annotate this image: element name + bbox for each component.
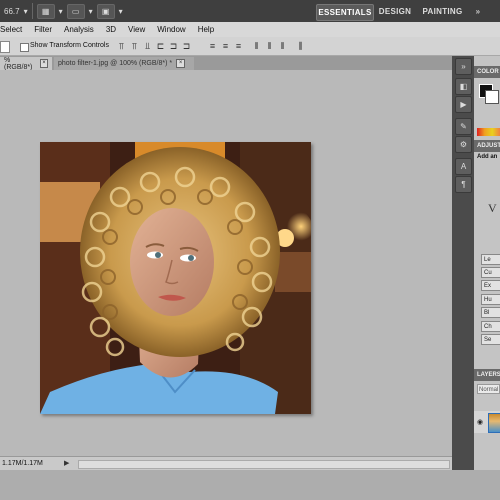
close-icon[interactable]: × [176,59,186,68]
menu-filter[interactable]: Filter [28,25,58,34]
application-bar: 66.7 ▾ ▦ ▾ ▭ ▾ ▣ ▾ ESSENTIALS DESIGN PAI… [0,0,500,22]
paragraph-icon[interactable]: ¶ [455,176,472,193]
auto-align-icon[interactable]: ⫼ [296,41,305,51]
document-size: 1.17M/1.17M [2,460,43,467]
distribute-bottom-icon[interactable]: ≡ [234,41,243,51]
align-vcenter-icon[interactable]: ⫪ [130,41,139,51]
workspace-essentials[interactable]: ESSENTIALS [316,4,374,21]
blend-mode-select[interactable]: Normal [477,384,500,394]
adjustments-panel-title[interactable]: ADJUST [474,140,500,152]
distribute-vcenter-icon[interactable]: ≡ [221,41,230,51]
adjustments-subtitle: Add an [477,154,498,160]
menu-3d[interactable]: 3D [100,25,122,34]
arrange-documents-icon[interactable]: ▭ [66,3,85,19]
view-extras-icon[interactable]: ▦ [36,3,55,19]
distribute-left-icon[interactable]: ⫴ [252,41,261,51]
desktop-background [0,470,500,500]
menu-analysis[interactable]: Analysis [58,25,100,34]
screen-mode-icon[interactable]: ▣ [96,3,115,19]
workspace-more-icon[interactable]: » [470,4,486,19]
adjustment-preset-item[interactable]: Ch [481,321,500,332]
brushes-icon[interactable]: ✎ [455,118,472,135]
adjustment-preset-item[interactable]: Se [481,334,500,345]
options-bar: Show Transform Controls ⫪ ⫪ ⫫ ⊏ ⊐ ⊐ ≡ ≡ … [0,37,500,56]
distribute-right-icon[interactable]: ⫴ [278,41,287,51]
auto-select-dropdown[interactable] [0,41,10,53]
tab-label: photo filter-1.jpg @ 100% (RGB/8*) * [58,60,173,67]
zoom-control[interactable]: 66.7 ▾ ▦ ▾ ▭ ▾ ▣ ▾ [4,3,123,19]
layer-thumbnail[interactable] [488,413,500,433]
tab-label: % (RGB/8*) [4,56,33,71]
menu-help[interactable]: Help [192,25,220,34]
align-hcenter-icon[interactable]: ⊐ [169,41,178,51]
adjustment-preset-item[interactable]: Bl [481,307,500,318]
zoom-value[interactable]: 66.7 [4,7,20,16]
document-tab-bar: % (RGB/8*) × photo filter-1.jpg @ 100% (… [0,56,452,71]
visibility-eye-icon[interactable]: ◉ [477,418,485,426]
character-icon[interactable]: A [455,158,472,175]
status-bar: 1.17M/1.17M ▶ [0,456,452,471]
clone-source-icon[interactable]: ⚙ [455,136,472,153]
document-image[interactable] [40,142,311,414]
actions-icon[interactable]: ▶ [455,96,472,113]
adjustment-preset-item[interactable]: Ex [481,280,500,291]
separator [31,3,33,19]
horizontal-scrollbar[interactable] [78,460,450,469]
menu-window[interactable]: Window [151,25,191,34]
color-panel-title[interactable]: COLOR [474,66,500,78]
align-bottom-icon[interactable]: ⫫ [143,41,152,51]
panel-dock-strip: » ◧ ▶ ✎ ⚙ A ¶ [452,56,474,470]
workspace-painting[interactable]: PAINTING [420,4,465,19]
background-color-swatch[interactable] [485,90,499,104]
history-icon[interactable]: ◧ [455,78,472,95]
align-left-icon[interactable]: ⊏ [156,41,165,51]
status-menu-icon[interactable]: ▶ [64,459,72,468]
layers-panel-title[interactable]: LAYERS [474,369,500,381]
tab-document-2[interactable]: photo filter-1.jpg @ 100% (RGB/8*) * × [54,57,194,70]
menu-bar: Select Filter Analysis 3D View Window He… [0,22,500,38]
portrait-photo [40,142,311,414]
menu-select[interactable]: Select [0,25,28,34]
adjustment-preset-item[interactable]: Le [481,254,500,265]
color-spectrum[interactable] [477,128,500,136]
zoom-dropdown-icon[interactable]: ▾ [24,7,28,16]
distribute-hcenter-icon[interactable]: ⫴ [265,41,274,51]
screen-mode-dropdown-icon[interactable]: ▾ [119,7,123,16]
show-transform-label: Show Transform Controls [30,42,109,49]
adjustment-preset-item[interactable]: Hu [481,294,500,305]
align-right-icon[interactable]: ⊐ [182,41,191,51]
close-icon[interactable]: × [39,59,48,68]
workspace-design[interactable]: DESIGN [377,4,413,19]
view-extras-dropdown-icon[interactable]: ▾ [59,7,63,16]
distribute-top-icon[interactable]: ≡ [208,41,217,51]
tab-document-1[interactable]: % (RGB/8*) × [0,56,52,71]
levels-adjustment-icon[interactable]: V [488,201,497,216]
layer-row[interactable]: ◉ [474,411,500,433]
arrange-dropdown-icon[interactable]: ▾ [89,7,93,16]
panels-column: COLOR ADJUST Add an V Le Cu Ex Hu Bl Ch … [474,56,500,470]
collapse-panels-icon[interactable]: » [455,58,472,75]
show-transform-checkbox[interactable] [20,43,29,52]
adjustment-preset-item[interactable]: Cu [481,267,500,278]
align-top-icon[interactable]: ⫪ [117,41,126,51]
menu-view[interactable]: View [122,25,151,34]
